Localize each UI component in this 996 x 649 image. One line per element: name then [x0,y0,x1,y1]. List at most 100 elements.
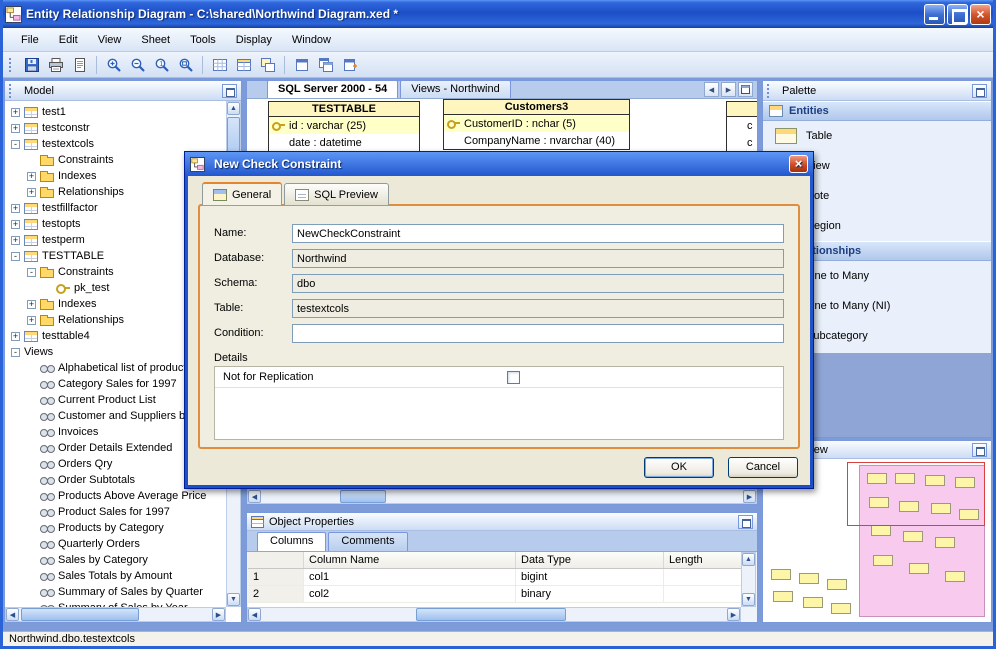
table-row[interactable]: 1 col1 bigint [248,569,741,586]
panel-float-button[interactable] [972,83,987,98]
diagram-tab[interactable]: Views - Northwind [400,80,511,98]
tree-expander[interactable]: + [11,331,20,341]
tree-expander[interactable]: + [27,187,36,197]
panel-float-button[interactable] [222,83,237,98]
object-properties-header[interactable]: Object Properties [247,513,757,531]
scroll-down-button[interactable]: ▼ [742,593,755,606]
tree-expander[interactable]: - [11,251,20,261]
tree-expander[interactable]: - [11,347,20,357]
sheets-button[interactable] [314,54,337,76]
tree-expander[interactable]: - [11,139,20,149]
minimize-button[interactable] [924,3,945,25]
dialog-tab[interactable]: SQL Preview [284,183,389,205]
palette-header[interactable]: Palette [763,81,991,101]
tree-expander[interactable]: + [11,235,20,245]
diagram-tab[interactable]: SQL Server 2000 - 54 [267,80,399,98]
properties-tab[interactable]: Columns [257,532,327,551]
entity-customers3[interactable]: Customers3 CustomerID : nchar (5) Compan… [443,99,630,150]
entity-partial[interactable]: c c [726,101,757,152]
menu-item[interactable]: Display [226,30,282,50]
model-panel-header[interactable]: Model [5,81,241,101]
tree-item[interactable]: Quarterly Orders [5,536,226,552]
tree-item[interactable]: Products by Category [5,520,226,536]
panel-float-button[interactable] [738,514,753,529]
properties-tab[interactable]: Comments [328,532,408,551]
zoom-fit-button[interactable] [174,54,197,76]
scroll-right-button[interactable]: ▶ [743,490,756,503]
menu-item[interactable]: File [11,30,49,50]
maximize-button[interactable] [947,3,968,25]
tree-item[interactable]: Sales Totals by Amount [5,568,226,584]
scroll-up-button[interactable]: ▲ [742,553,755,566]
tree-item[interactable]: + testconstr [5,120,226,136]
scroll-thumb[interactable] [21,608,139,621]
tree-item[interactable]: Product Sales for 1997 [5,504,226,520]
condition-input[interactable] [292,324,784,343]
grid-vertical-scrollbar[interactable]: ▲ ▼ [741,552,756,607]
scroll-left-button[interactable]: ◀ [248,490,261,503]
tree-expander[interactable]: + [27,299,36,309]
save-button[interactable] [20,54,43,76]
tree-expander[interactable]: + [11,203,20,213]
palette-item[interactable]: Table [763,121,991,151]
menu-item[interactable]: Sheet [131,30,180,50]
grid-horizontal-scrollbar[interactable]: ◀ ▶ [247,607,741,622]
scroll-thumb[interactable] [416,608,566,621]
menu-item[interactable]: View [88,30,132,50]
panel-grip[interactable] [9,83,13,98]
scroll-left-button[interactable]: ◀ [248,608,261,621]
palette-section-entities[interactable]: Entities [763,101,991,121]
overview-viewport-rect[interactable] [847,462,985,526]
name-input[interactable] [292,224,784,243]
toolbar-grip[interactable] [9,57,13,72]
tree-expander[interactable]: - [27,267,36,277]
menu-item[interactable]: Edit [49,30,88,50]
scroll-down-button[interactable]: ▼ [227,593,240,606]
panel-float-button[interactable] [972,442,987,457]
panel-grip[interactable] [767,83,771,98]
zoom-out-button[interactable] [126,54,149,76]
print-preview-button[interactable] [68,54,91,76]
tree-expander[interactable]: + [11,107,20,117]
tree-expander[interactable]: + [11,123,20,133]
entity-testtable[interactable]: TESTTABLE id : varchar (25) date : datet… [268,101,420,152]
tree-item[interactable]: + test1 [5,104,226,120]
tree-expander[interactable]: + [27,171,36,181]
tree-item[interactable]: Summary of Sales by Year [5,600,226,607]
overlap-tables-button[interactable] [256,54,279,76]
tree-item[interactable]: Products Above Average Price [5,488,226,504]
tree-item[interactable]: - testextcols [5,136,226,152]
dialog-close-button[interactable]: × [789,155,808,173]
scroll-right-button[interactable]: ▶ [212,608,225,621]
canvas-horizontal-scrollbar[interactable]: ◀ ▶ [247,489,757,504]
menu-item[interactable]: Tools [180,30,226,50]
scroll-right-button[interactable]: ▶ [727,608,740,621]
dialog-titlebar[interactable]: New Check Constraint × [188,152,810,176]
sheet-button[interactable] [290,54,313,76]
sheet-add-button[interactable] [338,54,361,76]
zoom-normal-button[interactable]: 1 [150,54,173,76]
grid-button[interactable] [208,54,231,76]
next-sheet-button[interactable]: ▶ [721,82,736,97]
table-input[interactable] [292,299,784,318]
not-for-replication-checkbox[interactable] [507,371,520,384]
cancel-button[interactable]: Cancel [728,457,798,478]
ok-button[interactable]: OK [644,457,714,478]
scroll-left-button[interactable]: ◀ [6,608,19,621]
table-header-display-button[interactable] [232,54,255,76]
tree-item[interactable]: Summary of Sales by Quarter [5,584,226,600]
print-button[interactable] [44,54,67,76]
titlebar[interactable]: Entity Relationship Diagram - C:\shared\… [0,0,996,28]
model-horizontal-scrollbar[interactable]: ◀ ▶ [5,607,226,622]
dialog-tab[interactable]: General [202,182,283,205]
previous-sheet-button[interactable]: ◀ [704,82,719,97]
zoom-in-button[interactable] [102,54,125,76]
schema-input[interactable] [292,274,784,293]
tree-expander[interactable]: + [27,315,36,325]
table-row[interactable]: 2 col2 binary [248,586,741,603]
scroll-up-button[interactable]: ▲ [227,102,240,115]
close-button[interactable]: × [970,3,991,25]
database-input[interactable] [292,249,784,268]
menu-item[interactable]: Window [282,30,341,50]
scroll-thumb[interactable] [340,490,386,503]
